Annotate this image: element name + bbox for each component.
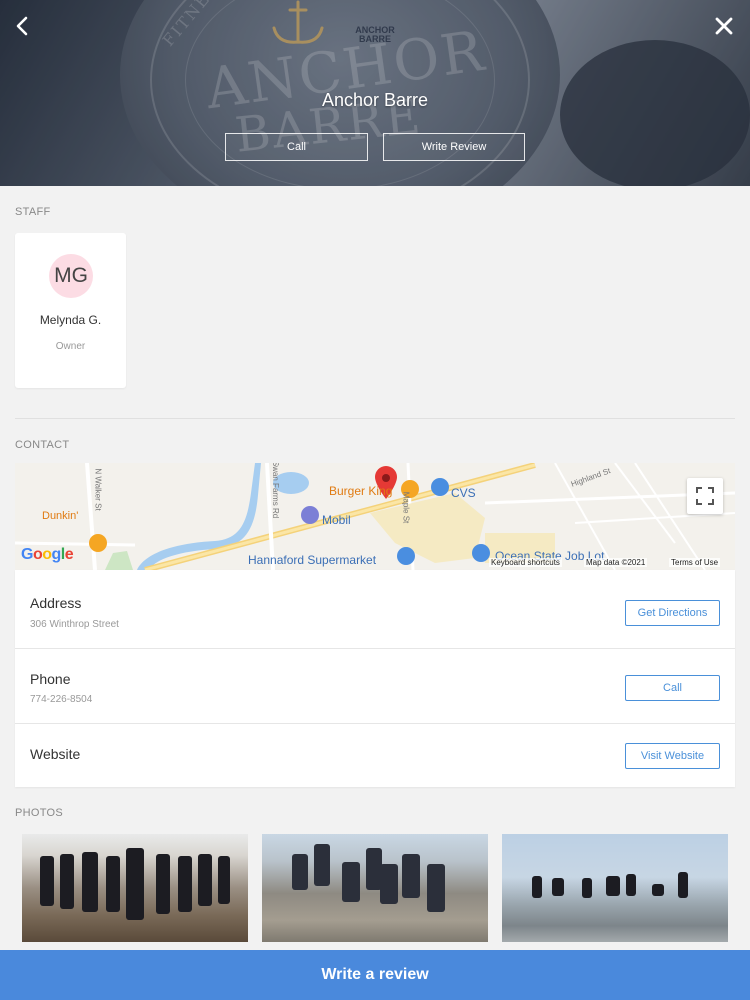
map-street-walker: N Walker St bbox=[93, 468, 103, 511]
photos-section-label: PHOTOS bbox=[15, 807, 64, 819]
map-place-hannaford: Hannaford Supermarket bbox=[248, 553, 377, 567]
map-data-attribution: Map data ©2021 bbox=[584, 558, 648, 567]
get-directions-button[interactable]: Get Directions bbox=[625, 600, 720, 626]
header-write-review-button[interactable]: Write Review bbox=[383, 133, 525, 161]
staff-card[interactable]: MG Melynda G. Owner bbox=[15, 233, 126, 388]
photo-thumbnail[interactable] bbox=[502, 834, 728, 942]
address-label: Address bbox=[30, 595, 82, 611]
close-icon bbox=[715, 17, 733, 35]
website-label: Website bbox=[30, 746, 81, 762]
map-place-dunkin: Dunkin' bbox=[42, 510, 79, 522]
contact-section-label: CONTACT bbox=[15, 439, 70, 451]
photo-thumbnail[interactable] bbox=[262, 834, 488, 942]
section-divider bbox=[15, 418, 735, 419]
map-place-mobil: Mobil bbox=[322, 513, 351, 527]
staff-name: Melynda G. bbox=[39, 313, 102, 327]
staff-role: Owner bbox=[55, 341, 86, 352]
business-title: Anchor Barre bbox=[321, 90, 429, 110]
map-place-burger-king: Burger King bbox=[329, 484, 393, 498]
phone-value: 774-226-8504 bbox=[30, 694, 93, 705]
website-row: Website Visit Website bbox=[15, 723, 735, 787]
fullscreen-icon bbox=[696, 487, 714, 505]
google-logo[interactable]: Google bbox=[21, 546, 74, 564]
map-street-maple: Maple St bbox=[401, 491, 411, 524]
chevron-left-icon bbox=[16, 16, 28, 36]
phone-call-button[interactable]: Call bbox=[625, 675, 720, 701]
phone-label: Phone bbox=[30, 671, 71, 687]
address-row: Address 306 Winthrop Street Get Directio… bbox=[15, 570, 735, 645]
fullscreen-button[interactable] bbox=[687, 478, 723, 514]
phone-row: Phone 774-226-8504 Call bbox=[15, 648, 735, 723]
contact-card: Address 306 Winthrop Street Get Directio… bbox=[15, 570, 735, 787]
address-value: 306 Winthrop Street bbox=[30, 619, 119, 630]
map-keyboard-shortcuts-link[interactable]: Keyboard shortcuts bbox=[489, 558, 562, 567]
map-terms-link[interactable]: Terms of Use bbox=[669, 558, 721, 567]
visit-website-button[interactable]: Visit Website bbox=[625, 743, 720, 769]
location-map[interactable]: Burger King CVS Mobil Hannaford Supermar… bbox=[15, 463, 735, 570]
back-button[interactable] bbox=[8, 10, 36, 42]
staff-section-label: STAFF bbox=[15, 206, 51, 218]
map-place-cvs: CVS bbox=[451, 486, 476, 500]
close-button[interactable] bbox=[710, 10, 738, 42]
header-call-button[interactable]: Call bbox=[225, 133, 368, 161]
avatar: MG bbox=[49, 254, 93, 298]
photo-thumbnail[interactable] bbox=[22, 834, 248, 942]
map-street-swan-farms: Swan Farms Rd bbox=[271, 463, 281, 519]
write-review-button[interactable]: Write a review bbox=[0, 950, 750, 1000]
